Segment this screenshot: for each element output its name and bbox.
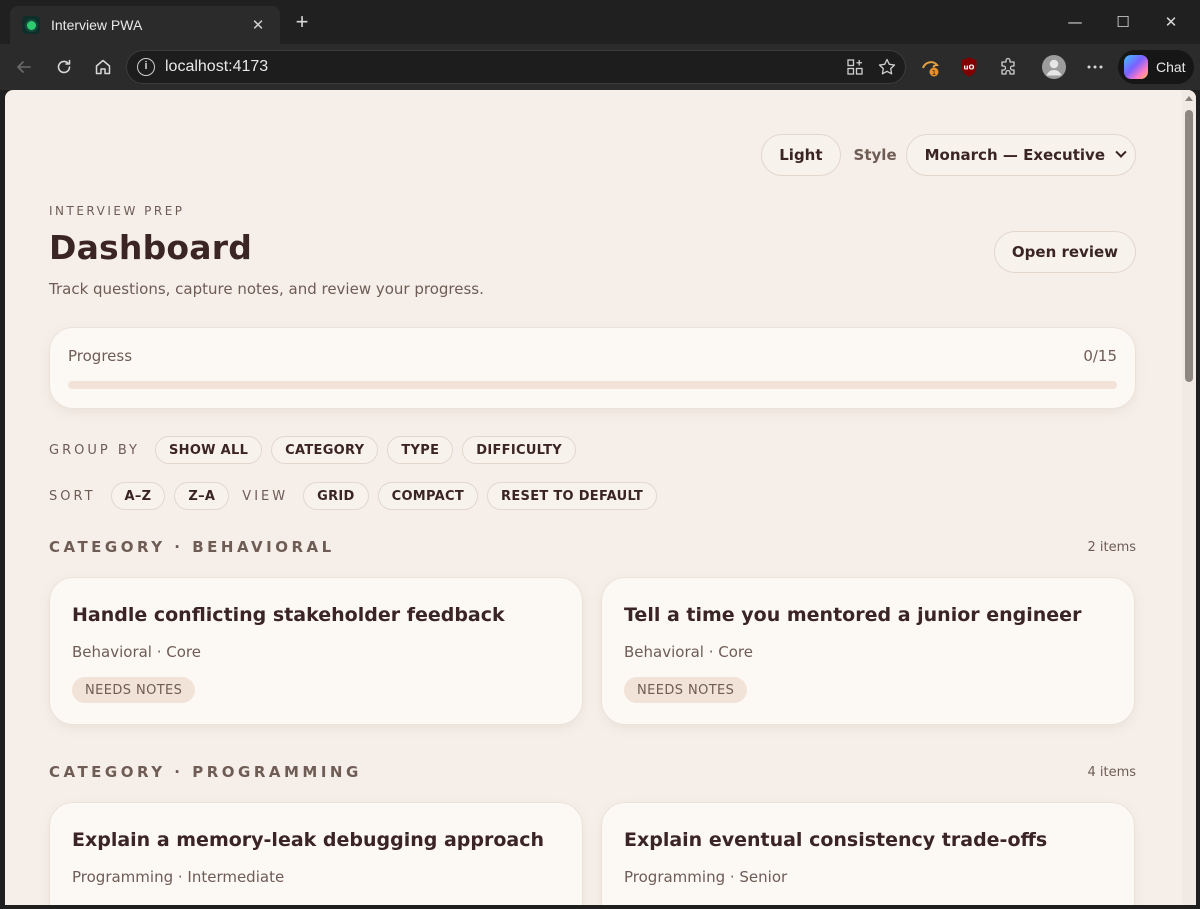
chat-label: Chat xyxy=(1156,59,1186,75)
puzzle-icon xyxy=(1001,57,1015,75)
minimize-button[interactable]: — xyxy=(1052,8,1098,36)
star-icon xyxy=(878,58,896,75)
scrollbar-thumb[interactable] xyxy=(1185,110,1193,382)
status-badge: NEEDS NOTES xyxy=(72,677,196,703)
more-menu-button[interactable] xyxy=(1081,53,1109,81)
view-grid-chip[interactable]: GRID xyxy=(303,482,369,510)
chevron-down-icon xyxy=(1115,146,1127,158)
sort-view-row: SORT A–Z Z–A VIEW GRID COMPACT RESET TO … xyxy=(49,482,666,510)
ublock-button[interactable]: uO xyxy=(955,53,983,81)
new-tab-button[interactable]: + xyxy=(289,9,315,35)
section-count: 4 items xyxy=(1087,764,1136,780)
sort-label: SORT xyxy=(49,488,96,504)
progress-count: 0/15 xyxy=(1083,347,1117,365)
svg-text:uO: uO xyxy=(964,64,975,72)
card-meta: Programming · Intermediate xyxy=(72,868,285,886)
app-favicon-icon xyxy=(22,16,40,34)
address-bar[interactable]: i localhost:4173 xyxy=(126,50,906,84)
top-controls: Light Style Monarch — Executive xyxy=(761,134,1136,176)
card-title: Tell a time you mentored a junior engine… xyxy=(624,604,1082,626)
shield-icon: uO xyxy=(961,57,977,77)
progress-label: Progress xyxy=(68,347,133,365)
style-label: Style xyxy=(853,146,897,164)
home-button[interactable] xyxy=(89,53,117,81)
more-dots-icon xyxy=(1087,65,1103,69)
card-title: Explain eventual consistency trade-offs xyxy=(624,829,1048,851)
style-select[interactable]: Monarch — Executive xyxy=(905,134,1136,176)
progress-bar xyxy=(68,381,1117,389)
question-card[interactable]: Explain eventual consistency trade-offs … xyxy=(601,802,1135,905)
browser-tab-bar: Interview PWA ✕ + — ☐ ✕ xyxy=(0,0,1200,44)
sort-az-chip[interactable]: A–Z xyxy=(110,482,166,510)
reload-button[interactable] xyxy=(50,53,78,81)
card-title: Explain a memory-leak debugging approach xyxy=(72,829,545,851)
open-review-button[interactable]: Open review xyxy=(993,231,1136,273)
section-header: CATEGORY · PROGRAMMING 4 items xyxy=(49,763,1136,781)
page-title: Dashboard xyxy=(49,228,253,267)
extension-mascot-icon: 1 xyxy=(922,61,940,77)
theme-toggle-button[interactable]: Light xyxy=(761,134,841,176)
section-count: 2 items xyxy=(1087,539,1136,555)
close-window-button[interactable]: ✕ xyxy=(1148,8,1194,36)
question-card[interactable]: Tell a time you mentored a junior engine… xyxy=(601,577,1135,725)
section-header: CATEGORY · BEHAVIORAL 2 items xyxy=(49,538,1136,556)
group-by-row: GROUP BY SHOW ALL CATEGORY TYPE DIFFICUL… xyxy=(49,436,585,464)
section-title: CATEGORY · PROGRAMMING xyxy=(49,763,362,781)
card-meta: Behavioral · Core xyxy=(624,643,753,661)
view-label: VIEW xyxy=(242,488,289,504)
scroll-up-arrow-icon[interactable] xyxy=(1185,96,1193,101)
copilot-icon xyxy=(1124,55,1148,79)
url-text[interactable]: localhost:4173 xyxy=(165,58,268,76)
extensions-button[interactable] xyxy=(995,53,1023,81)
site-info-icon[interactable]: i xyxy=(137,58,155,76)
group-type-chip[interactable]: TYPE xyxy=(387,436,454,464)
group-category-chip[interactable]: CATEGORY xyxy=(271,436,379,464)
home-icon xyxy=(95,59,111,75)
group-show-all-chip[interactable]: SHOW ALL xyxy=(154,436,263,464)
status-badge: NEEDS NOTES xyxy=(624,677,748,703)
copilot-chat-button[interactable]: Chat xyxy=(1118,50,1194,84)
app-install-button[interactable] xyxy=(841,53,869,81)
favorite-button[interactable] xyxy=(873,53,901,81)
tab-close-icon[interactable]: ✕ xyxy=(248,16,268,34)
back-arrow-icon xyxy=(17,61,31,73)
reset-default-chip[interactable]: RESET TO DEFAULT xyxy=(487,482,658,510)
section-title: CATEGORY · BEHAVIORAL xyxy=(49,538,335,556)
back-button[interactable] xyxy=(10,53,38,81)
view-compact-chip[interactable]: COMPACT xyxy=(377,482,479,510)
group-difficulty-chip[interactable]: DIFFICULTY xyxy=(462,436,576,464)
question-card[interactable]: Explain a memory-leak debugging approach… xyxy=(49,802,583,905)
question-card[interactable]: Handle conflicting stakeholder feedback … xyxy=(49,577,583,725)
svg-text:1: 1 xyxy=(932,69,936,77)
card-meta: Programming · Senior xyxy=(624,868,788,886)
card-title: Handle conflicting stakeholder feedback xyxy=(72,604,505,626)
extension-button[interactable]: 1 xyxy=(916,53,944,81)
scrollbar[interactable] xyxy=(1182,90,1196,905)
page-subtitle: Track questions, capture notes, and revi… xyxy=(49,280,484,298)
eyebrow-label: INTERVIEW PREP xyxy=(49,204,185,218)
tab-title: Interview PWA xyxy=(51,17,143,33)
apps-grid-icon xyxy=(847,59,863,75)
maximize-button[interactable]: ☐ xyxy=(1100,8,1146,36)
sort-za-chip[interactable]: Z–A xyxy=(174,482,230,510)
group-by-label: GROUP BY xyxy=(49,442,140,458)
browser-toolbar: i localhost:4173 1 uO Chat xyxy=(0,44,1200,90)
reload-icon xyxy=(57,59,71,74)
page-viewport: Light Style Monarch — Executive INTERVIE… xyxy=(5,90,1196,905)
progress-card: Progress 0/15 xyxy=(49,327,1136,409)
avatar-icon xyxy=(1042,55,1066,79)
style-select-value: Monarch — Executive xyxy=(924,146,1105,164)
browser-tab[interactable]: Interview PWA ✕ xyxy=(10,6,280,44)
card-meta: Behavioral · Core xyxy=(72,643,201,661)
profile-button[interactable] xyxy=(1040,53,1068,81)
